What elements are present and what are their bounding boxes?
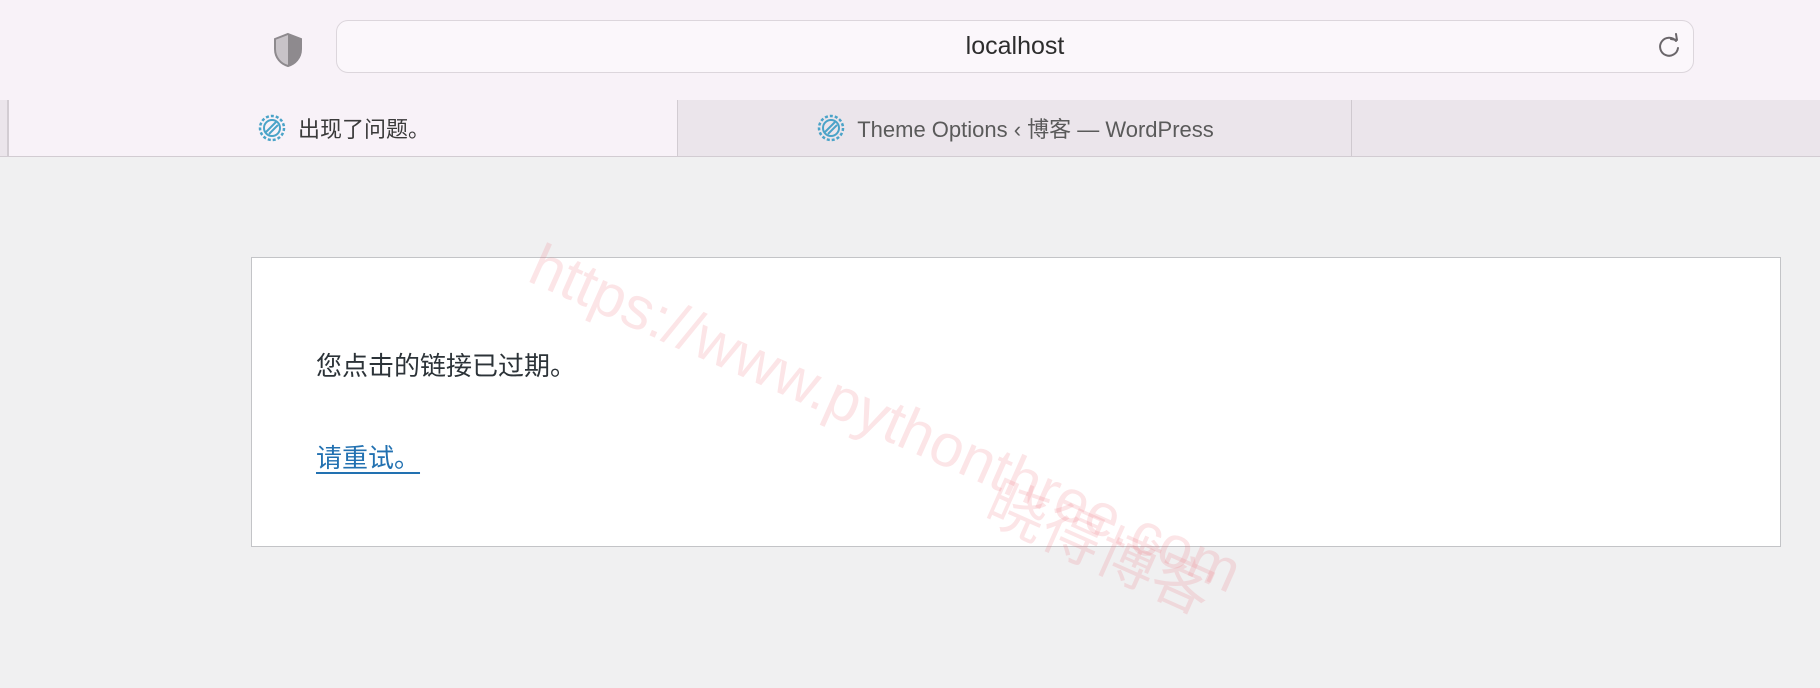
tab-bar: 出现了问题。 Theme Options ‹ 博客 — WordPress	[0, 100, 1820, 157]
tab-title: Theme Options ‹ 博客 — WordPress	[857, 117, 1214, 142]
error-message: 您点击的链接已过期。	[316, 351, 577, 381]
browser-toolbar: localhost	[0, 0, 1820, 100]
tab-bar-empty-space[interactable]	[1352, 100, 1820, 156]
tab-title: 出现了问题。	[297, 117, 430, 142]
tab-divider	[7, 100, 8, 156]
retry-link[interactable]: 请重试。	[316, 438, 420, 475]
tab-theme-options[interactable]: Theme Options ‹ 博客 — WordPress	[678, 100, 1352, 156]
address-bar[interactable]: localhost	[336, 20, 1694, 73]
tab-error[interactable]: 出现了问题。	[8, 100, 678, 156]
shield-icon[interactable]	[272, 32, 304, 68]
wordpress-gear-icon	[256, 112, 288, 144]
error-card: 您点击的链接已过期。 请重试。	[251, 257, 1781, 547]
url-text[interactable]: localhost	[337, 21, 1693, 72]
reload-icon[interactable]	[1655, 33, 1683, 61]
wordpress-gear-icon	[815, 112, 847, 144]
